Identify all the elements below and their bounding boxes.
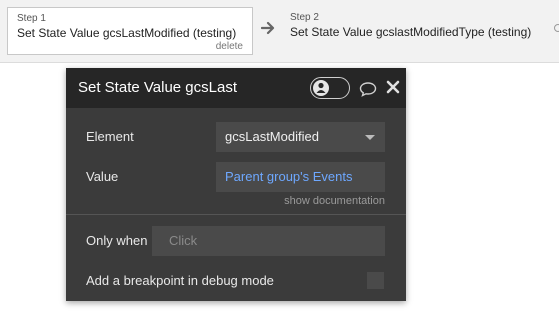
step-2-number: Step 2 bbox=[290, 12, 319, 23]
element-dropdown[interactable]: gcsLastModified bbox=[216, 122, 385, 152]
toggle-knob bbox=[313, 80, 329, 96]
arrow-right-icon bbox=[261, 21, 275, 35]
breakpoint-label: Add a breakpoint in debug mode bbox=[86, 273, 274, 288]
comment-icon[interactable] bbox=[359, 81, 377, 97]
chevron-down-icon bbox=[365, 135, 375, 140]
person-icon bbox=[316, 82, 326, 93]
only-when-label: Only when bbox=[86, 233, 148, 248]
panel-divider bbox=[66, 214, 406, 215]
step-3-edge-icon bbox=[554, 24, 559, 32]
step-1-title: Set State Value gcsLastModified (testing… bbox=[17, 26, 237, 40]
step-1-delete-link[interactable]: delete bbox=[216, 41, 243, 52]
element-label: Element bbox=[86, 129, 134, 144]
panel-header: Set State Value gcsLastModified (testing… bbox=[66, 68, 406, 108]
value-label: Value bbox=[86, 169, 119, 184]
value-expression-field[interactable]: Parent group's Events bbox=[216, 162, 385, 192]
step-1-card[interactable]: Step 1 Set State Value gcsLastModified (… bbox=[7, 7, 253, 55]
only-when-field[interactable]: Click bbox=[152, 226, 385, 256]
show-documentation-link[interactable]: show documentation bbox=[284, 195, 385, 207]
debug-toggle[interactable] bbox=[310, 77, 350, 99]
set-state-panel: Set State Value gcsLastModified (testing… bbox=[66, 68, 406, 301]
step-2-card[interactable]: Step 2 Set State Value gcslastModifiedTy… bbox=[282, 7, 552, 55]
workflow-steps-bar: Step 1 Set State Value gcsLastModified (… bbox=[0, 0, 559, 63]
step-2-title: Set State Value gcslastModifiedType (tes… bbox=[290, 25, 532, 39]
close-icon[interactable] bbox=[386, 80, 400, 94]
step-1-number: Step 1 bbox=[17, 13, 46, 24]
panel-title: Set State Value gcsLastModified (testing… bbox=[78, 79, 238, 96]
element-dropdown-value: gcsLastModified bbox=[225, 129, 319, 144]
value-expression-text[interactable]: Parent group's Events bbox=[225, 169, 353, 184]
only-when-placeholder: Click bbox=[169, 233, 198, 248]
breakpoint-checkbox[interactable] bbox=[367, 272, 384, 289]
